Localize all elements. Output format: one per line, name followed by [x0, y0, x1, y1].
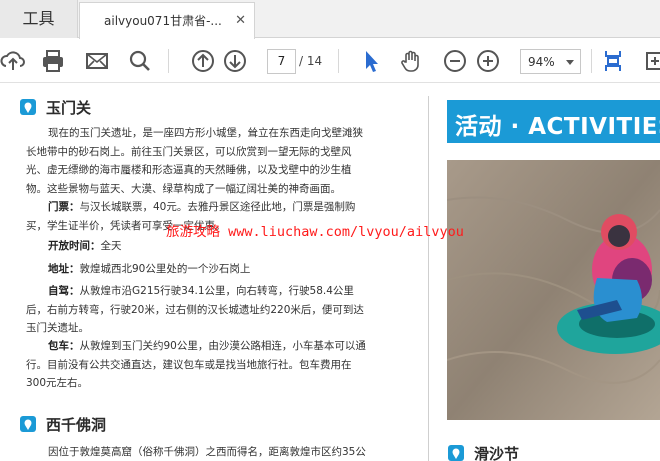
- tab-document[interactable]: ailvyou071甘肃省-... ✕: [79, 2, 255, 39]
- text-line: 玉门关遗址。: [26, 322, 89, 334]
- document-view[interactable]: 玉门关 现在的玉门关遗址，是一座四方形小城堡，耸立在东西走向戈壁滩狭 长地带中的…: [0, 84, 660, 461]
- section-heading-xiqianfodong: 西千佛洞: [20, 414, 106, 435]
- mail-icon[interactable]: [84, 48, 110, 74]
- page-up-icon[interactable]: [190, 48, 216, 74]
- upload-icon[interactable]: [0, 48, 26, 74]
- drive-text: 从敦煌市沿G215行驶34.1公里，向右转弯，行驶58.4公里: [79, 285, 354, 297]
- text-line: 物。这些景物与蓝天、大漠、绿草构成了一幅辽阔壮美的神奇画面。: [26, 182, 341, 195]
- ticket-label: 门票：: [48, 201, 80, 213]
- address-paragraph: 地址：敦煌城西北90公里处的一个沙石岗上: [48, 260, 408, 279]
- text-line: 后，右前方转弯，行驶20米，过右侧的汉长城遗址约220米后，便可到达: [26, 303, 364, 316]
- sand-sledding-photo: [447, 160, 660, 420]
- text-line: 现在的玉门关遗址，是一座四方形小城堡，耸立在东西走向戈壁滩狭: [48, 127, 363, 139]
- zoom-value: 94%: [528, 55, 555, 69]
- section2-intro: 因位于敦煌莫高窟（俗称千佛洞）之西而得名，距离敦煌市区约35公: [48, 446, 366, 458]
- more-icon[interactable]: [644, 48, 660, 74]
- location-pin-icon: [20, 415, 36, 432]
- toolbar-separator: [591, 49, 592, 73]
- address-text: 敦煌城西北90公里处的一个沙石岗上: [79, 263, 251, 275]
- text-line: 行。目前没有公共交通直达，建议包车或是找当地旅行社。包车费用在: [26, 358, 352, 371]
- section-heading-huashajie: 滑沙节: [448, 443, 519, 461]
- text-line: 光、虚无缥缈的海市蜃楼和形态逼真的天然睡佛，以及戈壁中的沙生植: [26, 164, 352, 176]
- toolbar: 7 / 14 94%: [0, 39, 660, 83]
- hand-tool-icon[interactable]: [399, 48, 425, 74]
- toolbar-separator: [338, 49, 339, 73]
- address-label: 地址：: [48, 263, 80, 275]
- close-tab-icon[interactable]: ✕: [235, 13, 246, 28]
- tab-document-title: ailvyou071甘肃省-...: [104, 14, 222, 28]
- zoom-in-icon[interactable]: [475, 48, 501, 74]
- tab-bar: 工具 ailvyou071甘肃省-... ✕: [0, 0, 660, 39]
- intro-paragraph: 现在的玉门关遗址，是一座四方形小城堡，耸立在东西走向戈壁滩狭 长地带中的砂石岗上…: [26, 124, 406, 198]
- sand-sledding-image: [447, 160, 660, 420]
- banner-title: 活动 · ACTIVITIES: [455, 114, 660, 140]
- location-pin-icon: [20, 98, 36, 115]
- watermark-text: 旅游攻略 www.liuchaw.com/lvyou/ailvyou: [166, 224, 464, 240]
- section-title: 玉门关: [46, 99, 92, 117]
- zoom-select[interactable]: 94%: [520, 49, 581, 74]
- ticket-text: 与汉长城联票，40元。去雅丹景区途径此地，门票是强制购: [79, 201, 356, 213]
- page-number-input[interactable]: 7: [267, 49, 296, 74]
- page-down-icon[interactable]: [222, 48, 248, 74]
- search-icon[interactable]: [127, 48, 153, 74]
- select-cursor-icon[interactable]: [358, 48, 384, 74]
- print-icon[interactable]: [40, 48, 66, 74]
- zoom-out-icon[interactable]: [442, 48, 468, 74]
- section-heading-yumenguan: 玉门关: [20, 97, 91, 118]
- chevron-down-icon: [566, 60, 574, 65]
- page-divider: [428, 96, 429, 461]
- text-line: 长地带中的砂石岗上。前往玉门关景区，可以欣赏到一望无际的戈壁风: [26, 145, 352, 158]
- page-fit-icon[interactable]: [600, 48, 626, 74]
- location-pin-icon: [448, 444, 464, 461]
- section-title: 西千佛洞: [46, 416, 107, 434]
- bus-text: 从敦煌到玉门关约90公里，由沙漠公路相连，小车基本可以通: [79, 340, 366, 352]
- hours-label: 开放时间：: [48, 240, 101, 252]
- drive-label: 自驾：: [48, 285, 80, 297]
- hours-text: 全天: [100, 240, 122, 252]
- section-title: 滑沙节: [474, 445, 520, 461]
- bus-label: 包车：: [48, 340, 80, 352]
- tab-tools[interactable]: 工具: [0, 0, 78, 38]
- text-line: 300元左右。: [26, 377, 89, 389]
- activities-banner: 活动 · ACTIVITIES: [447, 100, 660, 143]
- page-total: / 14: [299, 54, 323, 68]
- drive-paragraph: 自驾：从敦煌市沿G215行驶34.1公里，向右转弯，行驶58.4公里 后，右前方…: [26, 282, 406, 338]
- toolbar-separator: [168, 49, 169, 73]
- bus-paragraph: 包车：从敦煌到玉门关约90公里，由沙漠公路相连，小车基本可以通 行。目前没有公共…: [26, 337, 406, 393]
